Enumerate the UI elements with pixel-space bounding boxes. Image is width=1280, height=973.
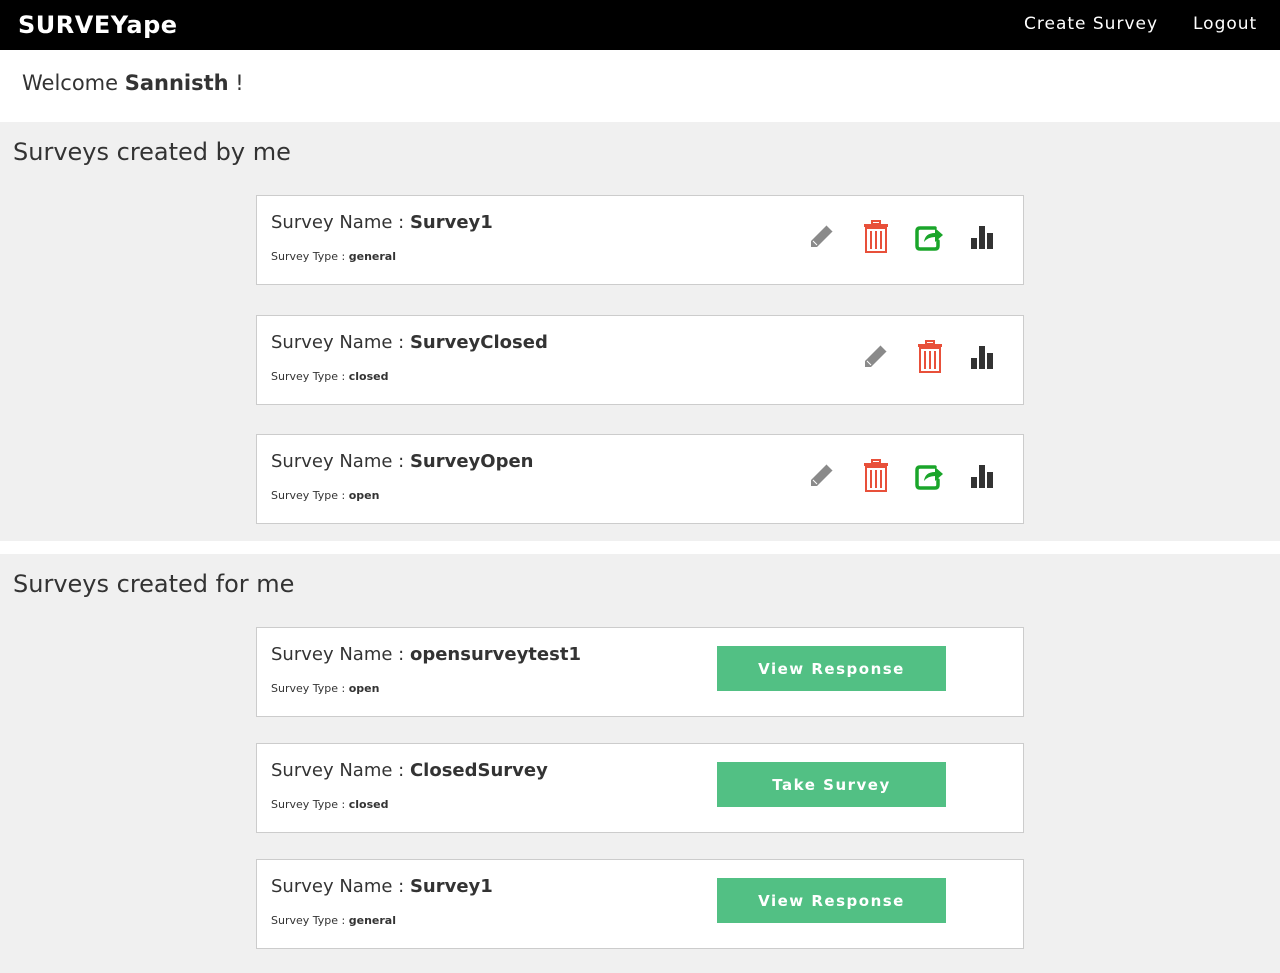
survey-name-value: opensurveytest1 [409,644,581,665]
survey-type-label: Survey Type : [271,914,349,927]
survey-name-label: Survey Name : [271,451,410,472]
trash-icon[interactable] [914,340,946,374]
logout-link[interactable]: Logout [1193,14,1257,34]
share-icon[interactable] [913,220,945,254]
survey-name: Survey Name : SurveyOpen [271,451,534,472]
survey-type-value: open [348,682,380,695]
bar-chart-icon[interactable] [968,459,1000,493]
surveys-created-for-me-section: Surveys created for me Survey Name : ope… [0,554,1280,973]
welcome-suffix: ! [228,71,244,95]
share-icon[interactable] [913,459,945,493]
survey-type: Survey Type : open [271,682,379,695]
survey-name: Survey Name : Survey1 [271,876,493,897]
survey-name-label: Survey Name : [271,760,410,781]
survey-name: Survey Name : Survey1 [271,212,493,233]
survey-card: Survey Name : Survey1 Survey Type : gene… [256,859,1024,949]
trash-icon[interactable] [860,220,892,254]
survey-name-value: Survey1 [409,876,493,897]
survey-type-value: open [348,489,380,502]
survey-name-label: Survey Name : [271,332,410,353]
survey-name-value: SurveyClosed [409,332,548,353]
survey-type-label: Survey Type : [271,489,349,502]
survey-name-value: SurveyOpen [409,451,534,472]
welcome-prefix: Welcome [22,71,125,95]
welcome-user: Sannisth [124,71,229,95]
bar-chart-icon[interactable] [968,340,1000,374]
survey-type-label: Survey Type : [271,250,349,263]
survey-type-label: Survey Type : [271,798,349,811]
bar-chart-icon[interactable] [968,220,1000,254]
survey-type: Survey Type : general [271,250,396,263]
survey-type-value: closed [348,370,389,383]
survey-type: Survey Type : general [271,914,396,927]
pencil-icon[interactable] [859,340,891,374]
take-survey-button[interactable]: Take Survey [717,762,946,807]
survey-name-value: ClosedSurvey [409,760,548,781]
welcome-bar: Welcome Sannisth ! [0,50,1280,122]
pencil-icon[interactable] [805,220,837,254]
survey-card: Survey Name : SurveyOpen Survey Type : o… [256,434,1024,524]
survey-type-value: general [348,914,396,927]
survey-type: Survey Type : closed [271,370,388,383]
survey-name-value: Survey1 [409,212,493,233]
trash-icon[interactable] [860,459,892,493]
survey-type-label: Survey Type : [271,682,349,695]
survey-card: Survey Name : opensurveytest1 Survey Typ… [256,627,1024,717]
brand-logo[interactable]: SURVEYape [18,11,178,39]
survey-type-label: Survey Type : [271,370,349,383]
view-response-button[interactable]: View Response [717,878,946,923]
survey-name: Survey Name : ClosedSurvey [271,760,548,781]
survey-type: Survey Type : open [271,489,379,502]
create-survey-link[interactable]: Create Survey [1024,14,1158,34]
surveys-created-by-me-section: Surveys created by me Survey Name : Surv… [0,122,1280,541]
survey-name: Survey Name : SurveyClosed [271,332,548,353]
navbar: SURVEYape Create Survey Logout [0,0,1280,50]
survey-name-label: Survey Name : [271,212,410,233]
survey-name-label: Survey Name : [271,644,410,665]
survey-name-label: Survey Name : [271,876,410,897]
survey-card: Survey Name : ClosedSurvey Survey Type :… [256,743,1024,833]
section-title-created-for-me: Surveys created for me [13,570,295,598]
survey-type-value: general [348,250,396,263]
survey-card: Survey Name : Survey1 Survey Type : gene… [256,195,1024,285]
survey-type-value: closed [348,798,389,811]
survey-name: Survey Name : opensurveytest1 [271,644,581,665]
pencil-icon[interactable] [805,459,837,493]
section-divider [0,541,1280,554]
welcome-message: Welcome Sannisth ! [22,71,244,95]
survey-card: Survey Name : SurveyClosed Survey Type :… [256,315,1024,405]
section-title-created-by-me: Surveys created by me [13,138,291,166]
view-response-button[interactable]: View Response [717,646,946,691]
survey-type: Survey Type : closed [271,798,388,811]
